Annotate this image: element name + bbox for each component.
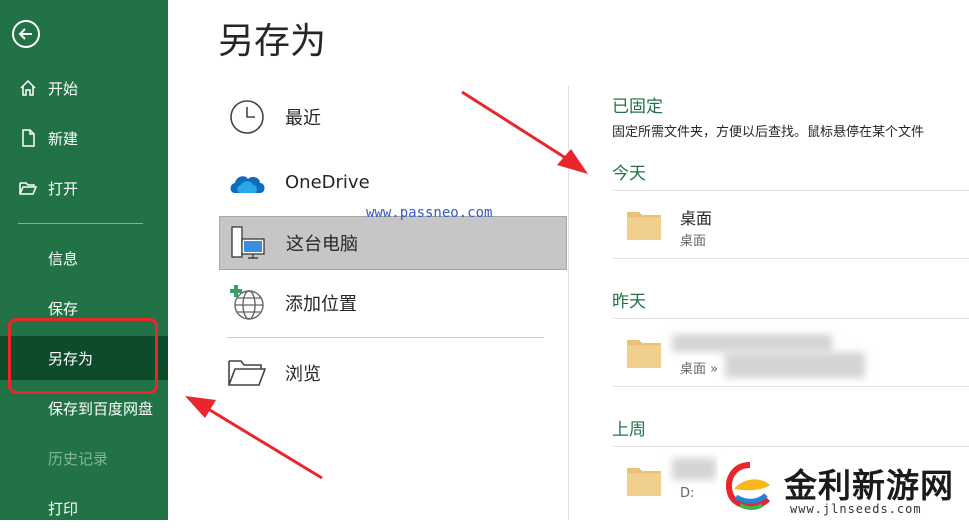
site-logo: 金利新游网 www.jlnseeds.com [718, 455, 969, 520]
logo-emblem-icon [726, 462, 771, 510]
logo-text: 金利新游网 [784, 466, 954, 505]
arrow-to-today [461, 90, 588, 174]
arrow-to-save-as [185, 396, 323, 480]
annotation-arrows [185, 90, 588, 480]
logo-url: www.jlnseeds.com [790, 502, 922, 516]
